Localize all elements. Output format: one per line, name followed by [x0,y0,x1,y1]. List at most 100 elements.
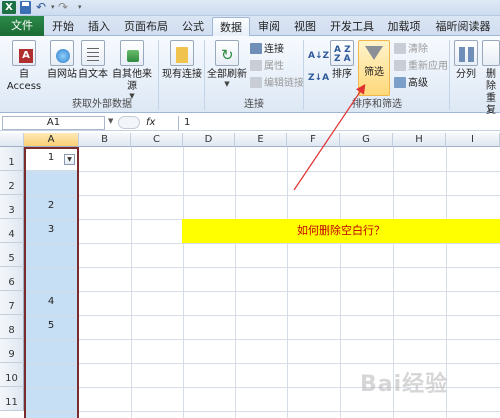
clear-button[interactable]: 清除 [394,42,428,58]
existing-connections-button[interactable]: 现有连接 [160,40,204,81]
grid-line [287,147,288,418]
refresh-all-button[interactable]: ↻ 全部刷新 ▼ [206,40,248,88]
remove-duplicates-button[interactable]: 删除 重复 [482,40,500,117]
web-icon [50,40,74,66]
tab-file[interactable]: 文件 [0,16,44,36]
row-number: 5 [8,253,15,264]
edit-links-label: 编辑链接 [264,78,304,89]
sort-descending-icon[interactable]: Z↓A [308,70,329,86]
sort-ascending-icon[interactable]: A↓Z [308,48,329,64]
filter-label: 筛选 [364,67,384,78]
formula-input[interactable]: 1 [178,116,498,130]
filter-button[interactable]: 筛选 [358,40,390,96]
column-header-f[interactable]: F [287,133,340,147]
refresh-icon: ↻ [215,40,239,66]
grid-line [24,411,500,412]
insert-function-button[interactable]: fx [146,116,178,130]
from-access-label: 自 Access [6,69,42,92]
sort-label: 排序 [332,69,352,80]
column-header-a[interactable]: A [24,133,79,147]
grid-line [24,339,500,340]
existing-connections-icon [170,40,194,66]
row-header-11[interactable]: 11 [0,387,24,411]
column-header-c[interactable]: C [131,133,183,147]
tab-add-ins[interactable]: 加载项 [382,17,426,36]
column-header-h[interactable]: H [393,133,446,147]
row-header-4[interactable]: 4 [0,219,24,243]
row-header-7[interactable]: 7 [0,291,24,315]
from-other-sources-button[interactable]: 自其他来源 ▼ [108,40,156,100]
redo-icon[interactable]: ↷ [58,1,70,14]
row-header-2[interactable]: 2 [0,171,24,195]
row-number: 8 [8,325,15,336]
column-header-b[interactable]: B [79,133,131,147]
remove-duplicates-icon [482,40,500,66]
connections-button[interactable]: 连接 [250,42,284,58]
row-number: 3 [8,205,15,216]
clear-filter-icon [394,43,406,54]
properties-label: 属性 [264,61,284,72]
column-header-e[interactable]: E [235,133,287,147]
tab-review[interactable]: 审阅 [252,17,286,36]
connections-label: 连接 [264,44,284,55]
row-number: 7 [8,301,15,312]
tab-developer[interactable]: 开发工具 [324,17,380,36]
tab-home[interactable]: 开始 [46,17,80,36]
name-box[interactable]: A1 [2,116,105,130]
from-text-button[interactable]: 自文本 [78,40,108,81]
tab-data[interactable]: 数据 [212,17,250,36]
ribbon-tabs: 文件 开始 插入 页面布局 公式 数据 审阅 视图 开发工具 加载项 福昕阅读器 [0,16,500,36]
row-number: 4 [8,229,15,240]
reapply-button[interactable]: 重新应用 [394,59,448,75]
from-web-label: 自网站 [47,69,77,80]
edit-links-icon [250,77,262,88]
grid-line [131,147,132,418]
sort-button[interactable]: A ZZ A 排序 [328,40,356,81]
grid-line [24,315,500,316]
group-label-sort-filter: 排序和筛选 [352,99,402,110]
column-header-d[interactable]: D [183,133,235,147]
edit-links-button[interactable]: 编辑链接 [250,76,304,92]
from-access-button[interactable]: A 自 Access [2,40,46,93]
watermark: Bai经验 [360,372,449,397]
remove-duplicates-label-1: 删除 [486,69,496,92]
row-header-1[interactable]: 1 [0,147,24,171]
formula-bar-handle[interactable] [118,116,140,129]
column-header-g[interactable]: G [340,133,393,147]
tab-insert[interactable]: 插入 [82,17,116,36]
row-header-9[interactable]: 9 [0,339,24,363]
properties-icon [250,60,262,71]
grid-line [24,195,500,196]
properties-button[interactable]: 属性 [250,59,284,75]
row-header-3[interactable]: 3 [0,195,24,219]
text-to-columns-button[interactable]: 分列 [451,40,481,81]
from-web-button[interactable]: 自网站 [46,40,78,81]
select-all-corner[interactable] [0,133,24,147]
split-columns-icon [454,40,478,66]
tab-page-layout[interactable]: 页面布局 [118,17,174,36]
column-header-i[interactable]: I [446,133,500,147]
row-header-10[interactable]: 10 [0,363,24,387]
other-sources-icon [120,40,144,66]
row-header-5[interactable]: 5 [0,243,24,267]
row-header-8[interactable]: 8 [0,315,24,339]
customize-icon[interactable]: ▾ [78,1,86,14]
row-header-6[interactable]: 6 [0,267,24,291]
grid-line [340,147,341,418]
quick-access-toolbar: X ↶ ▾ ↷ ▾ [0,0,500,16]
remove-duplicates-label-2: 重复 [486,93,496,116]
tab-formulas[interactable]: 公式 [176,17,210,36]
from-other-sources-label: 自其他来源 [112,69,152,92]
sort-icon: A ZZ A [330,40,354,66]
undo-icon[interactable]: ↶ [36,1,48,14]
tab-view[interactable]: 视图 [288,17,322,36]
tab-foxit-reader[interactable]: 福昕阅读器 [428,17,498,36]
excel-icon[interactable]: X [2,1,16,14]
save-icon[interactable] [20,1,31,14]
advanced-button[interactable]: 高级 [394,76,428,92]
row-number: 9 [8,349,15,360]
row-number: 10 [5,373,18,384]
name-box-dropdown-icon[interactable]: ▼ [108,117,113,125]
advanced-filter-icon [394,77,406,88]
undo-dropdown-icon[interactable]: ▾ [51,1,58,14]
